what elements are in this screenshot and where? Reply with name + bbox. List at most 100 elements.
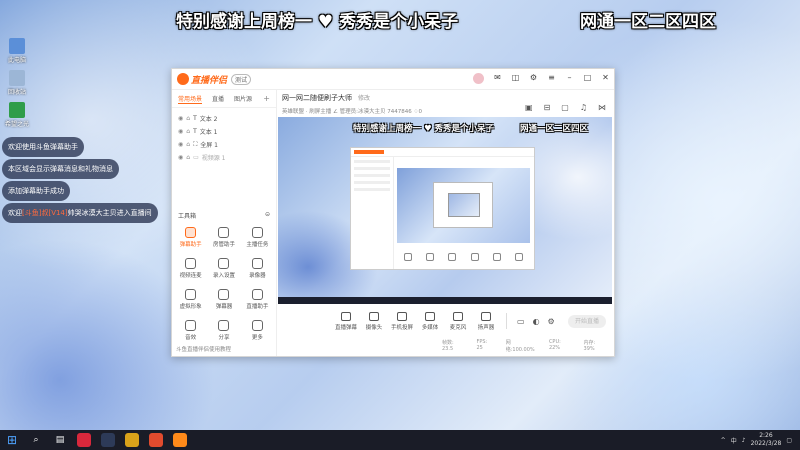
source-item[interactable]: ◉ ⌂ T 文本 2 [172, 112, 276, 125]
taskbar-app-icon[interactable] [125, 433, 139, 447]
microphone-icon [453, 311, 463, 321]
source-item[interactable]: ◉ ⌂ ▭ 视频源 1 [172, 151, 276, 164]
tab-common-scenes[interactable]: 常用场景 [178, 94, 203, 104]
search-icon[interactable]: ⌕ [29, 433, 43, 447]
live-danmu-button[interactable]: 直播弹幕 [332, 311, 360, 331]
scene-tabs: 常用场景 直播 图片源 + [172, 89, 276, 108]
chat-message: 欢迎使用斗鱼弹幕助手 [2, 137, 84, 157]
ime-icon[interactable]: 中 [731, 436, 737, 445]
streaming-app-window: 直播伴侣 测试 ✉ ◫ ⚙ ≡ – □ ✕ 常用场景 直播 图片源 + ◉ ⌂ T 文… [171, 68, 615, 357]
taskbar-app-icon[interactable] [149, 433, 163, 447]
danmu-icon [341, 311, 351, 321]
edit-room-link[interactable]: 修改 [358, 95, 370, 102]
mode-icon[interactable]: ◐ [533, 317, 540, 326]
lock-icon[interactable]: ⌂ [186, 154, 190, 161]
maximize-icon[interactable]: □ [583, 73, 592, 84]
tool-anchor-task[interactable]: 主播任务 [241, 227, 274, 248]
source-item[interactable]: ◉ ⌂ T 文本 1 [172, 125, 276, 138]
room-title: 网一网二随便刷子大师 修改 [282, 94, 371, 102]
skin-icon[interactable]: ◫ [511, 73, 520, 84]
speaker-button[interactable]: 扬声器 [472, 311, 500, 331]
task-view-icon[interactable]: ▤ [53, 433, 67, 447]
settings-icon[interactable]: ⚙ [529, 73, 538, 84]
text-source-icon: T [193, 115, 197, 122]
assistant-icon [251, 289, 263, 300]
start-live-button[interactable]: 开始直播 [568, 314, 606, 328]
speaker-icon [481, 311, 491, 321]
tool-danmu-assistant[interactable]: 弹幕助手 [174, 227, 207, 248]
tab-image-source[interactable]: 图片源 [234, 94, 252, 104]
share-icon[interactable]: ⋈ [598, 103, 606, 112]
layout-icon[interactable]: ▣ [525, 103, 533, 112]
download-icon [218, 258, 230, 269]
eye-icon[interactable]: ◉ [178, 154, 183, 161]
desktop-icon-recycle-bin[interactable]: 回收站 [4, 70, 30, 96]
lock-icon[interactable]: ⌂ [186, 115, 190, 122]
notification-center-icon[interactable]: ▢ [786, 437, 792, 444]
microphone-button[interactable]: 麦克风 [444, 311, 472, 331]
text-source-icon: T [193, 128, 197, 135]
menu-icon[interactable]: ≡ [547, 73, 556, 84]
source-item[interactable]: ◉ ⌂ ⛶ 全屏 1 [172, 138, 276, 151]
eye-icon[interactable]: ◉ [178, 141, 183, 148]
tool-room-admin[interactable]: 房管助手 [207, 227, 240, 248]
taskbar-app-icon[interactable] [101, 433, 115, 447]
version-badge[interactable]: 测试 [231, 73, 252, 85]
video-camera-icon[interactable]: ▭ [517, 317, 525, 326]
app-titlebar: 直播伴侣 测试 ✉ ◫ ⚙ ≡ – □ ✕ [172, 69, 614, 90]
notification-icon[interactable]: ♫ [580, 103, 587, 112]
danmu-box-icon [218, 289, 230, 300]
phone-cast-button[interactable]: 手机投屏 [388, 311, 416, 331]
user-avatar[interactable] [473, 73, 484, 84]
play-icon [425, 311, 435, 321]
tab-live[interactable]: 直播 [212, 94, 224, 104]
taskbar-app-icon[interactable] [77, 433, 91, 447]
system-tray: ^ 中 ♪ 2:26 2022/3/28 ▢ [721, 432, 792, 448]
tool-share[interactable]: 分享 [207, 320, 240, 341]
nested-app-window [350, 147, 535, 270]
avatar-icon [185, 289, 197, 300]
more-icon [251, 320, 263, 331]
chat-message: 添加弹幕助手成功 [2, 181, 70, 201]
tutorial-link[interactable]: 斗鱼直播伴侣使用教程 [176, 345, 231, 353]
add-tab-button[interactable]: + [263, 94, 270, 104]
toolbox-more-icon[interactable]: ⊝ [265, 211, 270, 220]
eye-icon[interactable]: ◉ [178, 128, 183, 135]
clock[interactable]: 2:26 2022/3/28 [751, 432, 782, 448]
tool-avatar[interactable]: 虚拟形象 [174, 289, 207, 310]
task-icon [251, 227, 263, 238]
video-link-icon [185, 258, 197, 269]
tool-input-settings[interactable]: 录入设置 [207, 258, 240, 279]
windows-taskbar: ⊞ ⌕ ▤ ^ 中 ♪ 2:26 2022/3/28 ▢ [0, 430, 800, 450]
recorder-icon [251, 258, 263, 269]
tray-expand-icon[interactable]: ^ [721, 437, 726, 444]
lock-icon[interactable]: ⌂ [186, 128, 190, 135]
tool-sound[interactable]: 音效 [174, 320, 207, 341]
eye-icon[interactable]: ◉ [178, 115, 183, 122]
stream-preview[interactable]: 特别感谢上周榜一 ♥ 秀秀是个小呆子 网通一区二区四区 [278, 117, 612, 304]
chat-message: 本区域会显示弹幕消息和礼物消息 [2, 159, 119, 179]
message-icon[interactable]: ✉ [493, 73, 502, 84]
tool-more[interactable]: 更多 [241, 320, 274, 341]
tool-recorder[interactable]: 录像器 [241, 258, 274, 279]
tool-video-link[interactable]: 视频连麦 [174, 258, 207, 279]
fish-logo-icon [177, 73, 189, 85]
tool-danmu-box[interactable]: 弹幕器 [207, 289, 240, 310]
tool-live-assistant[interactable]: 直播助手 [241, 289, 274, 310]
gear-icon[interactable]: ⚙ [548, 317, 555, 326]
desktop-icon-app-1[interactable]: 希望之光 [4, 102, 30, 128]
volume-icon[interactable]: ♪ [742, 437, 746, 444]
taskbar-douyu-icon[interactable] [173, 433, 187, 447]
windows-start-icon[interactable]: ⊞ [5, 433, 19, 447]
app-logo: 直播伴侣 测试 [177, 73, 252, 86]
preview-region-banner: 网通一区二区四区 [520, 124, 589, 134]
minimize-icon[interactable]: – [565, 73, 574, 84]
lock-icon[interactable]: ⊟ [544, 103, 551, 112]
multimedia-button[interactable]: 多媒体 [416, 311, 444, 331]
desktop-icon-this-pc[interactable]: 此电脑 [4, 38, 30, 64]
recycle-bin-icon [9, 70, 25, 86]
camera-button[interactable]: 摄像头 [360, 311, 388, 331]
lock-icon[interactable]: ⌂ [186, 141, 190, 148]
record-icon[interactable]: ▢ [561, 103, 569, 112]
close-icon[interactable]: ✕ [601, 73, 610, 84]
